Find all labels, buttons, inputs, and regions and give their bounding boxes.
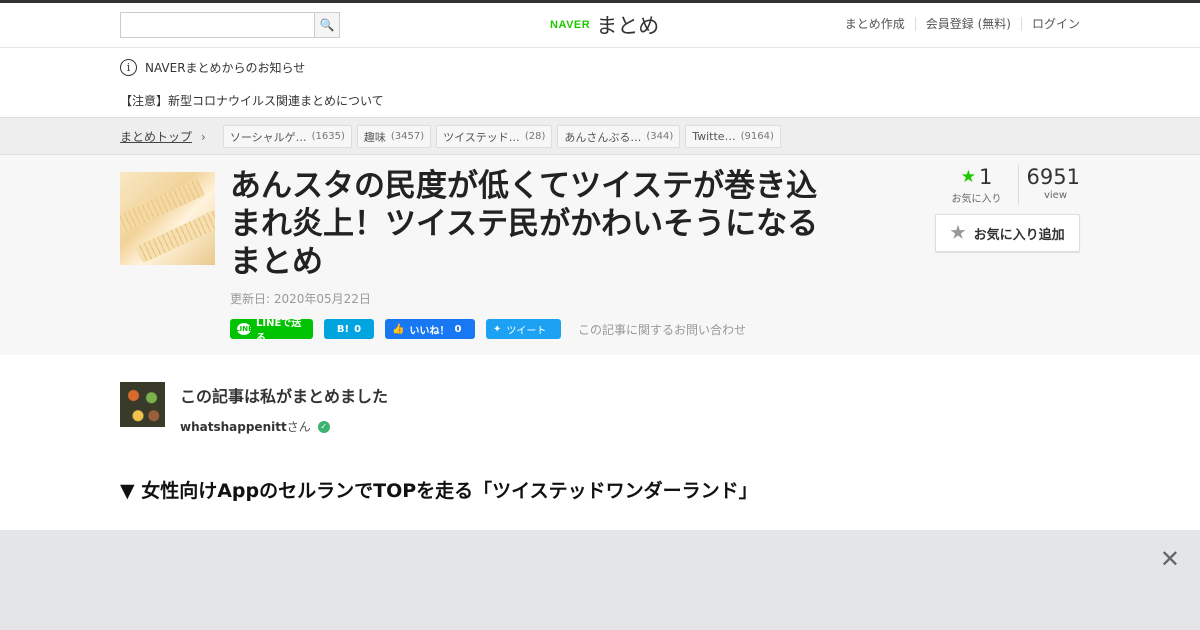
favorites-count: 1 — [978, 165, 993, 189]
ad-banner: ✕ — [0, 530, 1200, 630]
favorites-label: お気に入り — [951, 194, 1002, 205]
tag-count: (1635) — [311, 131, 345, 142]
star-icon: ★ — [960, 167, 976, 187]
author-name-link[interactable]: whatshappenitt — [180, 420, 287, 434]
notice-link[interactable]: 【注意】新型コロナウイルス関連まとめについて — [120, 92, 384, 109]
facebook-like-button[interactable]: 👍 いいね！ 0 — [385, 319, 475, 339]
site-header: 🔍 NAVER まとめ まとめ作成 会員登録 (無料) ログイン — [0, 3, 1200, 48]
tag-label: 趣味 — [363, 130, 386, 144]
hatena-bookmark-button[interactable]: B! 0 — [324, 319, 374, 339]
create-matome-link[interactable]: まとめ作成 — [835, 17, 915, 31]
line-icon: LINE — [235, 323, 253, 335]
inquiry-link[interactable]: この記事に関するお問い合わせ — [578, 321, 746, 338]
logo-text: まとめ — [596, 14, 660, 38]
updated-date: 更新日: 2020年05月22日 — [230, 292, 371, 306]
tweet-label: ツイート — [506, 325, 547, 337]
star-icon: ★ — [950, 223, 966, 242]
twitter-bird-icon: ✦ — [493, 323, 502, 335]
search-bar: 🔍 — [120, 12, 340, 38]
search-input[interactable] — [120, 12, 315, 38]
breadcrumb: まとめトップ › ソーシャルゲ… (1635) 趣味 (3457) ツイステッド… (… — [0, 118, 1200, 155]
tag-count: (9164) — [740, 131, 774, 142]
tag-item[interactable]: ツイステッド… (28) — [436, 125, 553, 148]
article-stats: ★ 1 お気に入り 6951 view — [935, 165, 1080, 205]
author-heading: この記事は私がまとめました — [180, 387, 389, 406]
logo-brand: NAVER — [550, 19, 591, 31]
line-share-label: LINEで送る — [256, 318, 302, 344]
tag-label: Twitte… — [692, 130, 736, 143]
share-bar: LINE LINEで送る B! 0 👍 いいね！ 0 ✦ ツイート この記事に関… — [230, 318, 746, 344]
article-thumbnail — [120, 172, 215, 265]
thumbs-up-icon: 👍 — [392, 323, 405, 335]
avatar[interactable] — [120, 382, 165, 427]
author-block: この記事は私がまとめました whatshappenittさん ✓ — [120, 382, 388, 435]
close-icon[interactable]: ✕ — [1160, 547, 1180, 571]
tweet-button[interactable]: ✦ ツイート — [486, 319, 561, 339]
tag-label: ソーシャルゲ… — [229, 130, 307, 144]
article-title: あんスタの民度が低くてツイステが巻き込まれ炎上！ツイステ民がかわいそうになるまと… — [230, 168, 819, 280]
site-logo[interactable]: NAVER まとめ — [550, 10, 659, 40]
view-label: view — [1043, 190, 1068, 201]
notice-panel: i NAVERまとめからのお知らせ 【注意】新型コロナウイルス関連まとめについて — [0, 48, 1200, 118]
section-heading: ▼ 女性向けAppのセルランでTOPを走る「ツイステッドワンダーランド」 — [120, 480, 758, 502]
hatena-count: 0 — [354, 323, 362, 335]
info-icon: i — [120, 59, 137, 76]
login-link[interactable]: ログイン — [1020, 17, 1080, 31]
tag-item[interactable]: 趣味 (3457) — [356, 125, 432, 148]
favorites-stat: ★ 1 お気に入り — [935, 165, 1019, 205]
tag-label: ツイステッド… — [443, 130, 520, 144]
breadcrumb-top-link[interactable]: まとめトップ — [120, 128, 192, 145]
verified-check-icon: ✓ — [317, 420, 330, 433]
article-header: あんスタの民度が低くてツイステが巻き込まれ炎上！ツイステ民がかわいそうになるまと… — [0, 155, 1200, 355]
header-nav: まとめ作成 会員登録 (無料) ログイン — [835, 17, 1080, 31]
tag-item[interactable]: あんさんぶる… (344) — [557, 125, 681, 148]
register-link[interactable]: 会員登録 (無料) — [914, 17, 1021, 31]
search-button[interactable]: 🔍 — [314, 12, 340, 38]
tag-count: (3457) — [390, 131, 425, 142]
views-stat: 6951 view — [1019, 165, 1080, 205]
tag-count: (28) — [524, 131, 546, 142]
facebook-like-label: いいね！ — [409, 325, 450, 337]
chevron-right-icon: › — [201, 129, 206, 144]
add-favorite-label: お気に入り追加 — [973, 226, 1065, 242]
facebook-like-count: 0 — [454, 323, 462, 335]
line-share-button[interactable]: LINE LINEで送る — [230, 318, 313, 344]
tag-item[interactable]: ソーシャルゲ… (1635) — [222, 125, 352, 148]
hatena-icon: B! — [336, 323, 350, 335]
notice-title: NAVERまとめからのお知らせ — [145, 61, 306, 75]
view-count: 6951 — [1026, 165, 1080, 189]
search-icon: 🔍 — [319, 18, 335, 32]
add-favorite-button[interactable]: ★ お気に入り追加 — [935, 214, 1080, 252]
author-suffix: さん — [286, 420, 311, 434]
tag-count: (344) — [646, 131, 674, 142]
tag-label: あんさんぶる… — [564, 130, 642, 144]
tag-item[interactable]: Twitte… (9164) — [685, 125, 781, 148]
